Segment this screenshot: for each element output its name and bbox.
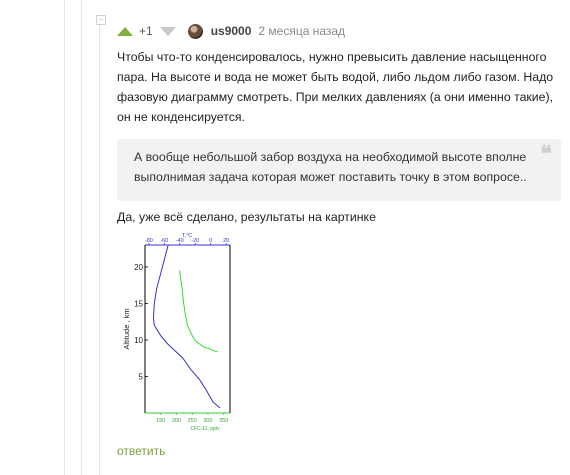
- quote-text: А вообще небольшой забор воздуха на необ…: [134, 150, 527, 184]
- top-tick-label: 20: [223, 238, 229, 244]
- y-tick-label: 15: [134, 299, 143, 308]
- vote-down-icon[interactable]: [159, 26, 176, 36]
- quote-mark-icon: ❝: [540, 141, 552, 167]
- altitude-chart: T,°C-80 -60 -40 -20 0 20150 200 250 300 350CFC-11…: [122, 233, 231, 432]
- quote-block: А вообще небольшой забор воздуха на необ…: [117, 139, 561, 201]
- collapse-icon[interactable]: [96, 15, 106, 25]
- top-tick-label: -20: [191, 238, 199, 244]
- thread-line-1: [64, 0, 65, 475]
- comment-header: +1 us9000 2 месяца назад: [117, 22, 345, 40]
- bottom-tick-label: 150: [156, 418, 165, 424]
- top-tick-label: 0: [209, 238, 212, 244]
- avatar[interactable]: [187, 23, 203, 39]
- comment-paragraph-2: Да, уже всё сделано, результаты на карти…: [117, 210, 376, 224]
- cfc-series-line: [179, 270, 218, 353]
- y-tick-label: 20: [134, 263, 143, 272]
- thread-line-3: [99, 24, 100, 475]
- thread-line-2: [81, 0, 82, 475]
- top-tick-label: -40: [176, 238, 184, 244]
- bottom-tick-label: 250: [188, 418, 197, 424]
- username[interactable]: us9000: [211, 24, 252, 38]
- vote-up-icon[interactable]: [117, 26, 133, 36]
- top-tick-label: -60: [160, 238, 168, 244]
- bottom-tick-label: 200: [172, 418, 181, 424]
- timestamp[interactable]: 2 месяца назад: [258, 24, 345, 38]
- y-axis-label: Altitude , km: [122, 308, 131, 349]
- bottom-tick-label: 300: [203, 418, 212, 424]
- reply-button[interactable]: ответить: [117, 444, 165, 458]
- temperature-series-line: [152, 244, 221, 409]
- bottom-axis-label: CFC-11, pptv: [190, 426, 220, 432]
- rating: +1: [139, 24, 153, 38]
- bottom-tick-label: 350: [219, 418, 228, 424]
- comment-paragraph: Чтобы что-то конденсировалось, нужно пре…: [117, 50, 554, 124]
- top-tick-label: -80: [145, 238, 153, 244]
- y-tick-label: 5: [139, 372, 144, 381]
- y-tick-label: 10: [134, 336, 143, 345]
